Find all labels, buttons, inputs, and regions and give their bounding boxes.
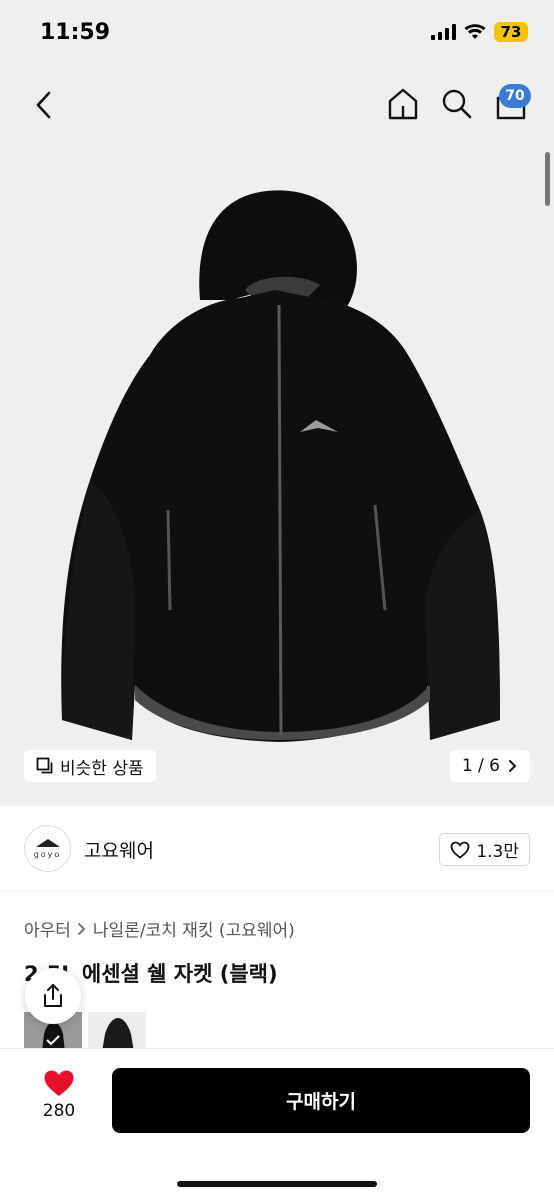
buy-button[interactable]: 구매하기 <box>112 1068 530 1133</box>
brand-like-button[interactable]: 1.3만 <box>439 833 530 866</box>
share-button[interactable] <box>25 968 81 1024</box>
brand-name[interactable]: 고요웨어 <box>84 836 154 863</box>
heart-filled-icon <box>44 1070 74 1096</box>
cart-count-badge: 70 <box>499 84 531 108</box>
similar-products-label: 비슷한 상품 <box>60 758 144 779</box>
brand-like-count: 1.3만 <box>476 842 519 862</box>
page-indicator: 1 / 6 <box>461 756 500 776</box>
share-icon <box>44 984 62 1007</box>
mountain-logo-icon <box>35 839 60 847</box>
chevron-left-icon <box>36 91 51 119</box>
back-button[interactable] <box>30 88 60 122</box>
heart-outline-icon <box>450 841 470 859</box>
cellular-signal-icon <box>431 24 456 40</box>
scrollbar[interactable] <box>545 152 550 206</box>
wifi-icon <box>464 24 486 39</box>
image-pager[interactable]: 1 / 6 <box>449 750 530 782</box>
breadcrumb-subcategory[interactable]: 나일론/코치 재킷 (고요웨어) <box>93 916 295 941</box>
status-indicators: 73 <box>431 22 528 42</box>
wishlist-count: 280 <box>42 1101 76 1121</box>
brand-logo[interactable]: goyo <box>24 825 71 872</box>
battery-indicator: 73 <box>494 22 528 42</box>
search-button[interactable] <box>440 86 474 122</box>
jacket-thumbnail-image <box>102 1018 134 1052</box>
status-time: 11:59 <box>40 20 111 45</box>
similar-products-button[interactable]: 비슷한 상품 <box>24 750 156 782</box>
wishlist-button[interactable]: 280 <box>26 1069 92 1121</box>
chevron-right-icon <box>78 922 86 935</box>
home-button[interactable] <box>386 86 420 122</box>
home-indicator <box>177 1181 377 1187</box>
color-option-thumbnail[interactable] <box>88 1012 146 1052</box>
home-icon <box>388 88 418 120</box>
brand-logo-text: goyo <box>33 850 62 859</box>
chevron-right-icon <box>509 760 517 772</box>
product-jacket-image <box>61 190 501 742</box>
breadcrumb-category[interactable]: 아우터 <box>24 916 71 941</box>
product-image-gallery[interactable]: 11:59 73 70 비슷한 상품 1 / 6 <box>0 0 554 806</box>
brand-row: goyo 고요웨어 1.3만 <box>0 806 554 892</box>
bottom-action-bar: 280 구매하기 <box>0 1048 554 1200</box>
breadcrumb: 아우터 나일론/코치 재킷 (고요웨어) <box>24 916 295 941</box>
status-bar: 11:59 73 <box>0 0 554 70</box>
search-icon <box>442 89 472 119</box>
copy-icon <box>36 757 53 774</box>
